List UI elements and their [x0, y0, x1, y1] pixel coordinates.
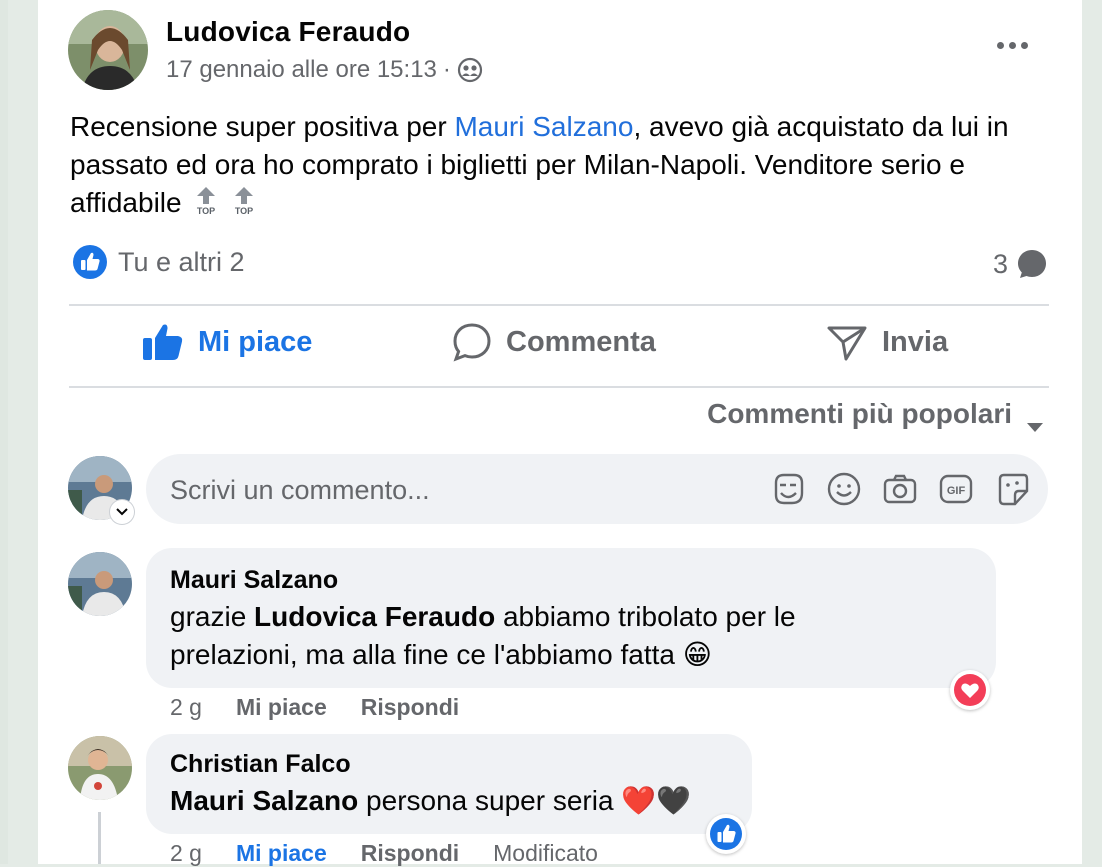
comment-author[interactable]: Christian Falco	[170, 750, 351, 779]
svg-text:TOP: TOP	[235, 206, 253, 216]
comment-like-button[interactable]: Mi piace	[236, 694, 327, 721]
comment-button[interactable]: Commenta	[452, 322, 656, 362]
hearts-emoji: ❤️🖤	[621, 785, 692, 816]
emoji-icon[interactable]	[826, 471, 862, 507]
avatar-sticker-icon[interactable]	[770, 471, 806, 507]
send-button[interactable]: Invia	[826, 322, 948, 362]
like-reaction-icon	[72, 244, 108, 280]
post-author-name[interactable]: Ludovica Feraudo	[166, 16, 410, 48]
comment-sort-label: Commenti più popolari	[707, 398, 1012, 429]
sticker-icon[interactable]	[994, 471, 1030, 507]
more-options-icon[interactable]	[994, 30, 1030, 60]
comment-icon	[452, 322, 492, 362]
comment-text-suffix: persona super seria	[358, 785, 614, 816]
comment-time[interactable]: 2 g	[170, 840, 202, 867]
comment-reply-button[interactable]: Rispondi	[361, 694, 459, 721]
comment-tagged-user[interactable]: Ludovica Feraudo	[254, 601, 495, 632]
post-card: Ludovica Feraudo 17 gennaio alle ore 15:…	[38, 0, 1082, 867]
like-reaction-badge[interactable]	[706, 814, 746, 854]
grinning-emoji: 😁	[682, 639, 712, 670]
svg-text:GIF: GIF	[947, 485, 966, 497]
comment-text: Mauri Salzano persona super seria ❤️🖤	[170, 782, 740, 820]
comment-like-button[interactable]: Mi piace	[236, 840, 327, 867]
post-text: Recensione super positiva per Mauri Salz…	[70, 108, 1050, 222]
background-strip	[0, 0, 8, 864]
comment-edited-label[interactable]: Modificato	[493, 840, 598, 867]
friends-icon[interactable]	[457, 57, 483, 83]
post-mention-link[interactable]: Mauri Salzano	[454, 111, 633, 142]
svg-text:TOP: TOP	[197, 206, 215, 216]
comments-count[interactable]: 3	[993, 248, 1048, 280]
thumbs-up-icon	[142, 322, 184, 362]
comment-author[interactable]: Mauri Salzano	[170, 566, 338, 595]
post-text-before: Recensione super positiva per	[70, 111, 455, 142]
gif-icon[interactable]: GIF	[938, 471, 974, 507]
comment-input[interactable]	[168, 468, 732, 512]
comment-bubble-icon	[1016, 248, 1048, 280]
reactions-summary[interactable]: Tu e altri 2	[72, 244, 245, 280]
caret-down-icon	[1026, 408, 1044, 432]
comment-reply-button[interactable]: Rispondi	[361, 840, 459, 867]
like-button[interactable]: Mi piace	[142, 322, 312, 362]
comment-composer[interactable]: GIF	[146, 454, 1048, 524]
meta-separator: ·	[442, 56, 451, 83]
comments-count-number: 3	[992, 248, 1008, 279]
comment-button-label: Commenta	[506, 325, 656, 358]
comment-tagged-user[interactable]: Mauri Salzano	[170, 785, 358, 816]
author-avatar[interactable]	[68, 10, 148, 90]
top-arrow-icon: TOP	[193, 186, 219, 216]
comment-bubble: Christian Falco Mauri Salzano persona su…	[146, 734, 752, 834]
comment-time[interactable]: 2 g	[170, 694, 202, 721]
commenter-avatar[interactable]	[68, 552, 132, 616]
send-button-label: Invia	[882, 325, 949, 358]
camera-icon[interactable]	[882, 471, 918, 507]
comment-text: grazie Ludovica Feraudo abbiamo tribolat…	[170, 598, 930, 674]
divider	[69, 386, 1049, 388]
send-icon	[826, 322, 868, 362]
divider	[69, 304, 1049, 306]
post-meta: 17 gennaio alle ore 15:13 ·	[166, 56, 483, 84]
comment-bubble: Mauri Salzano grazie Ludovica Feraudo ab…	[146, 548, 996, 688]
account-switch-chevron-icon[interactable]	[110, 500, 134, 524]
post-timestamp[interactable]: 17 gennaio alle ore 15:13	[166, 56, 437, 84]
commenter-avatar[interactable]	[68, 736, 132, 800]
love-reaction-badge[interactable]	[950, 670, 990, 710]
comment-sort-dropdown[interactable]: Commenti più popolari	[707, 398, 1044, 432]
comment-text-prefix: grazie	[170, 601, 255, 632]
comment-actions: 2 g Mi piace Rispondi	[170, 694, 459, 721]
top-arrow-icon: TOP	[231, 186, 257, 216]
reactions-text[interactable]: Tu e altri 2	[118, 247, 245, 278]
comment-actions: 2 g Mi piace Rispondi Modificato	[170, 840, 598, 867]
reply-thread-line	[98, 812, 101, 864]
like-button-label: Mi piace	[198, 325, 313, 358]
